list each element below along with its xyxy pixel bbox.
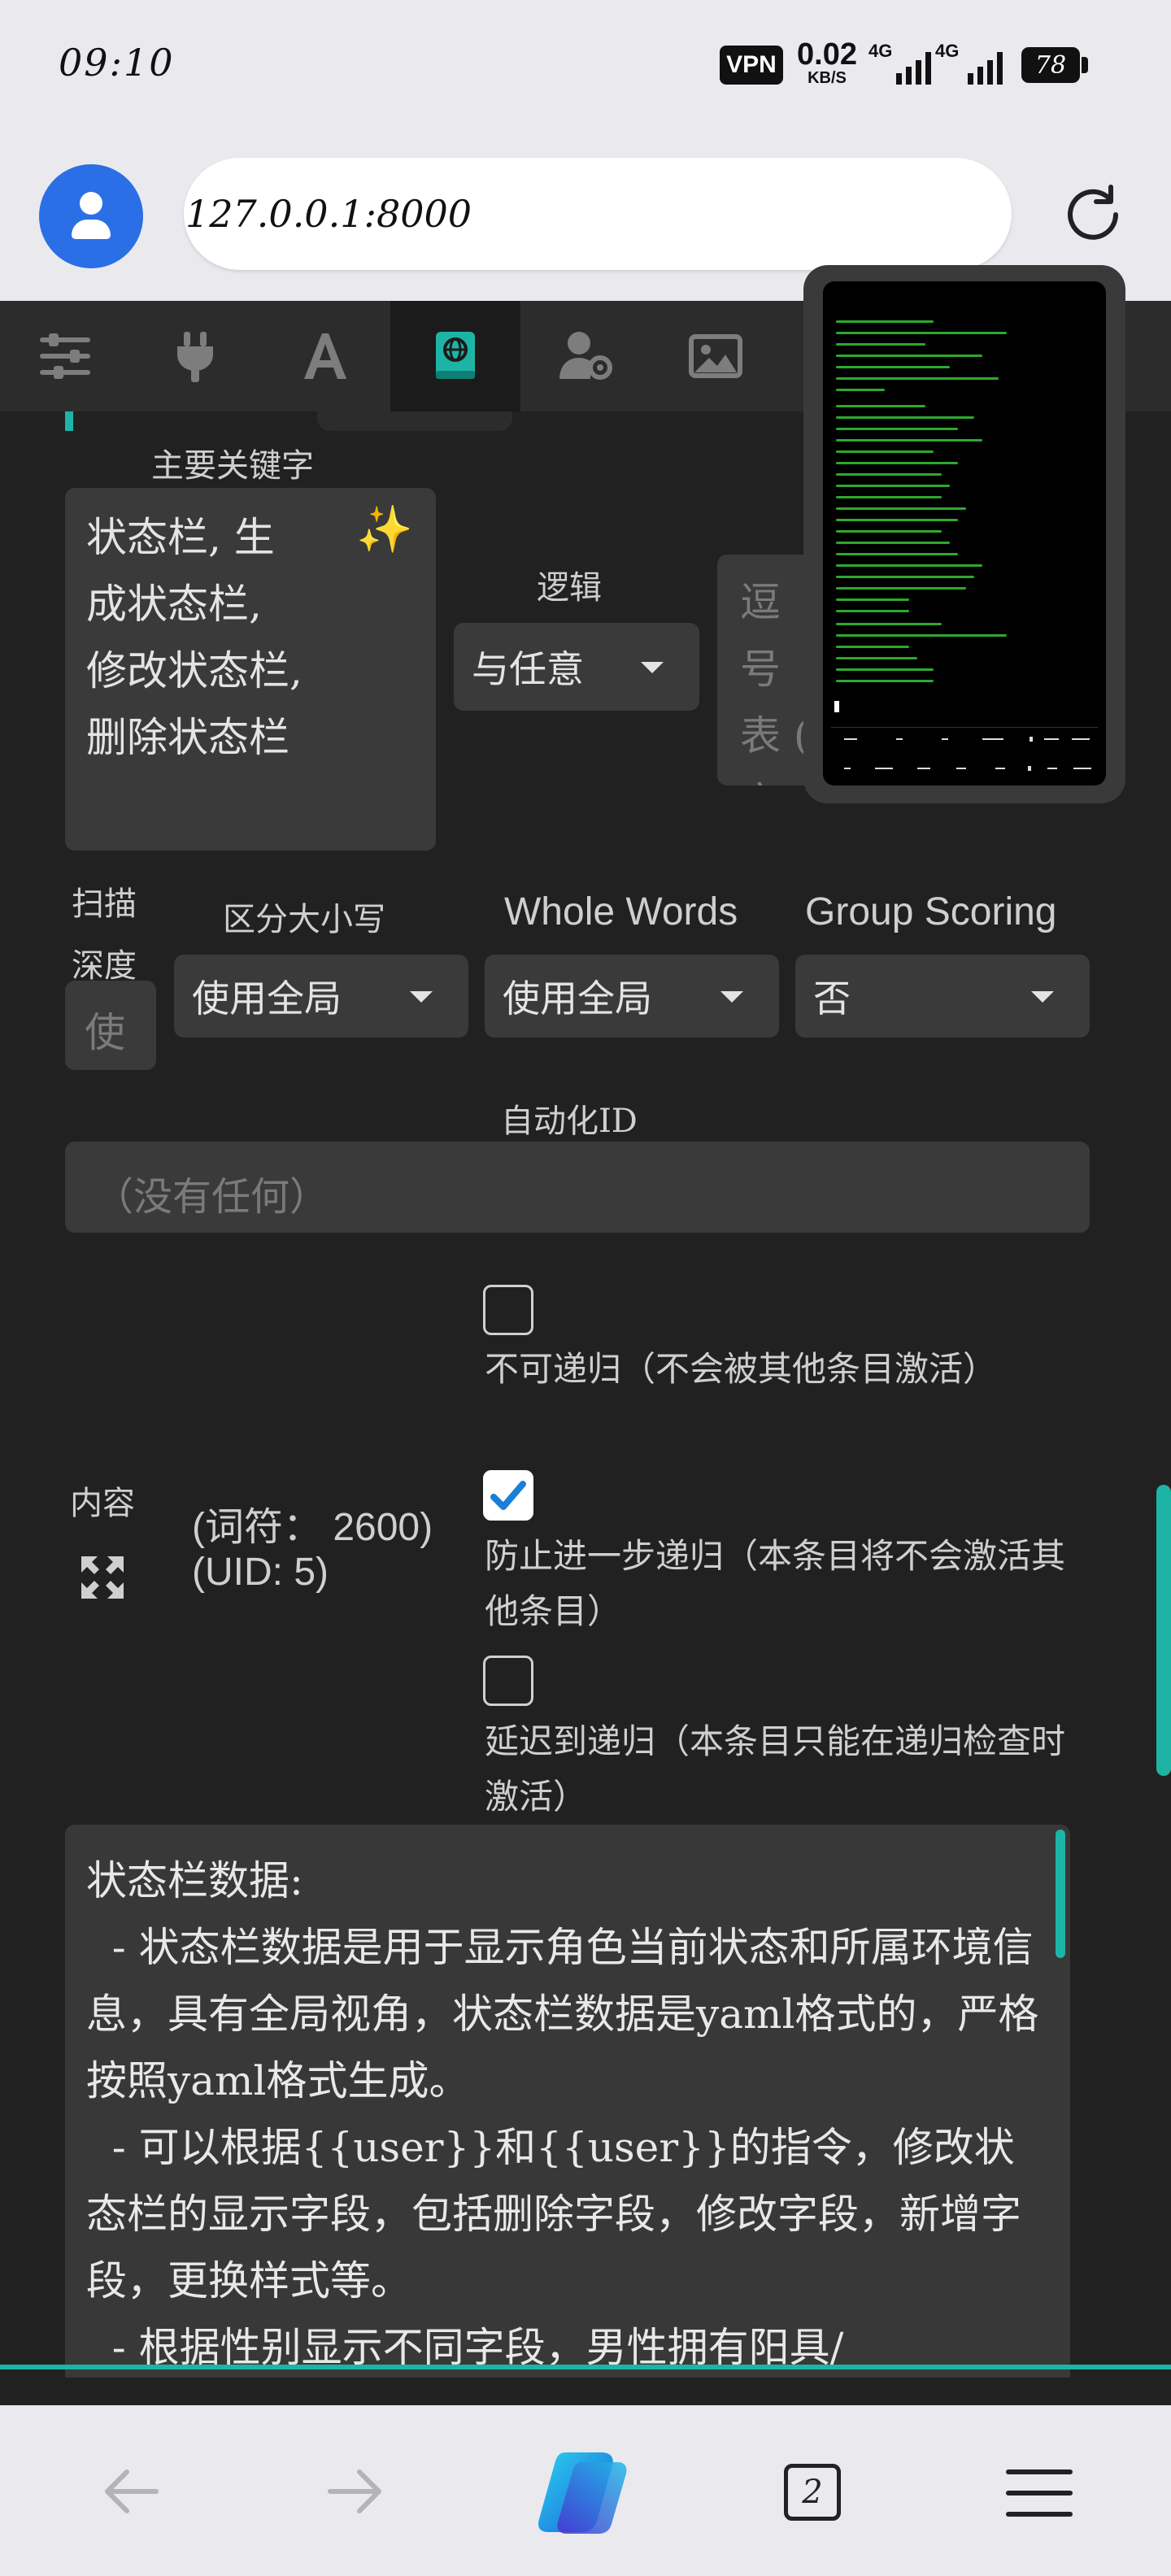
scan-depth-label: 扫描 深度 (72, 886, 137, 985)
battery-tip (1082, 57, 1088, 73)
uid-info: (UID: 5) (192, 1551, 329, 1594)
book-globe-icon (436, 332, 475, 379)
token-count: (词符： 2600) (192, 1506, 433, 1549)
tab-formatting[interactable] (260, 301, 390, 411)
tab-user-settings[interactable] (520, 301, 651, 411)
avatar-body (72, 220, 111, 239)
logic-select-value: 与任意 (472, 647, 584, 691)
tab-api-connections[interactable] (130, 301, 260, 411)
scan-depth-input[interactable]: 使 (65, 981, 156, 1070)
terminal-preview[interactable] (823, 281, 1106, 785)
prevent-recursion-checkbox[interactable] (483, 1470, 533, 1521)
clock: 09:10 (59, 41, 175, 85)
profile-avatar[interactable] (39, 164, 143, 268)
copilot-icon[interactable] (533, 2448, 634, 2537)
logic-select[interactable]: 与任意 (454, 623, 699, 711)
entry-marker (65, 411, 73, 431)
image-icon (689, 334, 742, 378)
network-speed: 0.02 KB/S (790, 39, 864, 86)
expand-icon[interactable] (78, 1553, 127, 1602)
primary-keywords-input[interactable]: 状态栏, 生 成状态栏, 修改状态栏, 删除状态栏 ✨ (65, 488, 436, 851)
tabs-button[interactable]: 2 (784, 2464, 841, 2521)
whole-words-label: Whole Words (504, 890, 738, 933)
content-label: 内容 (70, 1485, 135, 1522)
group-scoring-value: 否 (813, 977, 851, 1020)
group-scoring-select[interactable]: 否 (795, 955, 1090, 1038)
sliders-icon (40, 333, 90, 379)
non-recursable-label: 不可递归（不会被其他条目激活） (485, 1349, 998, 1389)
automation-id-input[interactable]: （没有任何） (65, 1142, 1090, 1233)
user-gear-icon (559, 332, 612, 380)
chevron-down-icon (641, 662, 664, 673)
tab-underhang (317, 411, 512, 431)
case-sensitive-select[interactable]: 使用全局 (174, 955, 468, 1038)
chevron-down-icon (720, 991, 743, 1003)
primary-keywords-label: 主要关键字 (151, 447, 314, 485)
delay-recursion-checkbox[interactable] (483, 1656, 533, 1706)
url-text: 127.0.0.1:8000 (185, 192, 472, 236)
chevron-down-icon (410, 991, 433, 1003)
whole-words-select[interactable]: 使用全局 (485, 955, 779, 1038)
prevent-recursion-label: 防止进一步递归（本条目将不会激活其他条目） (485, 1536, 1066, 1631)
font-icon (304, 333, 346, 379)
non-recursable-checkbox[interactable] (483, 1285, 533, 1335)
reload-icon[interactable] (1059, 181, 1127, 249)
plug-icon (177, 332, 213, 382)
menu-icon[interactable] (1005, 2467, 1073, 2519)
browser-nav-bar: 2 (0, 2405, 1171, 2576)
forward-arrow-icon[interactable] (322, 2459, 387, 2524)
tab-world-info[interactable] (390, 301, 520, 411)
back-arrow-icon[interactable] (99, 2459, 164, 2524)
whole-words-value: 使用全局 (503, 977, 652, 1020)
network-speed-value: 0.02 (797, 37, 857, 72)
tab-backgrounds[interactable] (651, 301, 781, 411)
tab-ai-settings[interactable] (0, 301, 130, 411)
signal-bars-1-icon (896, 50, 931, 85)
delay-recursion-label: 延迟到递归（本条目只能在递归检查时激活） (485, 1721, 1066, 1817)
chevron-down-icon (1031, 991, 1054, 1003)
content-scrollbar[interactable] (1056, 1830, 1065, 1958)
automation-id-label: 自动化ID (501, 1103, 638, 1140)
sparkles-icon[interactable]: ✨ (356, 503, 413, 556)
case-sensitive-label: 区分大小写 (223, 901, 385, 938)
panel-bottom-border (0, 2365, 1171, 2369)
scan-depth-placeholder: 使 (85, 1009, 125, 1056)
vpn-badge: VPN (720, 46, 783, 85)
automation-id-placeholder: （没有任何） (94, 1174, 329, 1220)
case-sensitive-value: 使用全局 (192, 977, 342, 1020)
network-speed-unit: KB/S (808, 69, 847, 87)
logic-label: 逻辑 (537, 569, 602, 607)
status-bar: 09:10 VPN 0.02 KB/S 4G 4G 78 (0, 0, 1171, 138)
network-type-1: 4G (868, 41, 893, 61)
content-textarea[interactable]: 状态栏数据: - 状态栏数据是用于显示角色当前状态和所属环境信息，具有全局视角，… (65, 1825, 1070, 2378)
signal-bars-2-icon (968, 50, 1003, 85)
battery-icon: 78 (1021, 47, 1080, 83)
primary-keywords-text: 状态栏, 生 成状态栏, 修改状态栏, 删除状态栏 (86, 514, 303, 761)
network-type-2: 4G (935, 41, 960, 61)
secondary-keywords-input[interactable]: 逗号 表 ( 空则 (717, 555, 815, 785)
page-scrollbar[interactable] (1156, 1485, 1171, 1776)
content-text: 状态栏数据: - 状态栏数据是用于显示角色当前状态和所属环境信息，具有全局视角，… (86, 1857, 1039, 2371)
avatar-head (80, 192, 102, 215)
group-scoring-label: Group Scoring (805, 890, 1057, 933)
checkmark-icon (490, 1481, 526, 1510)
